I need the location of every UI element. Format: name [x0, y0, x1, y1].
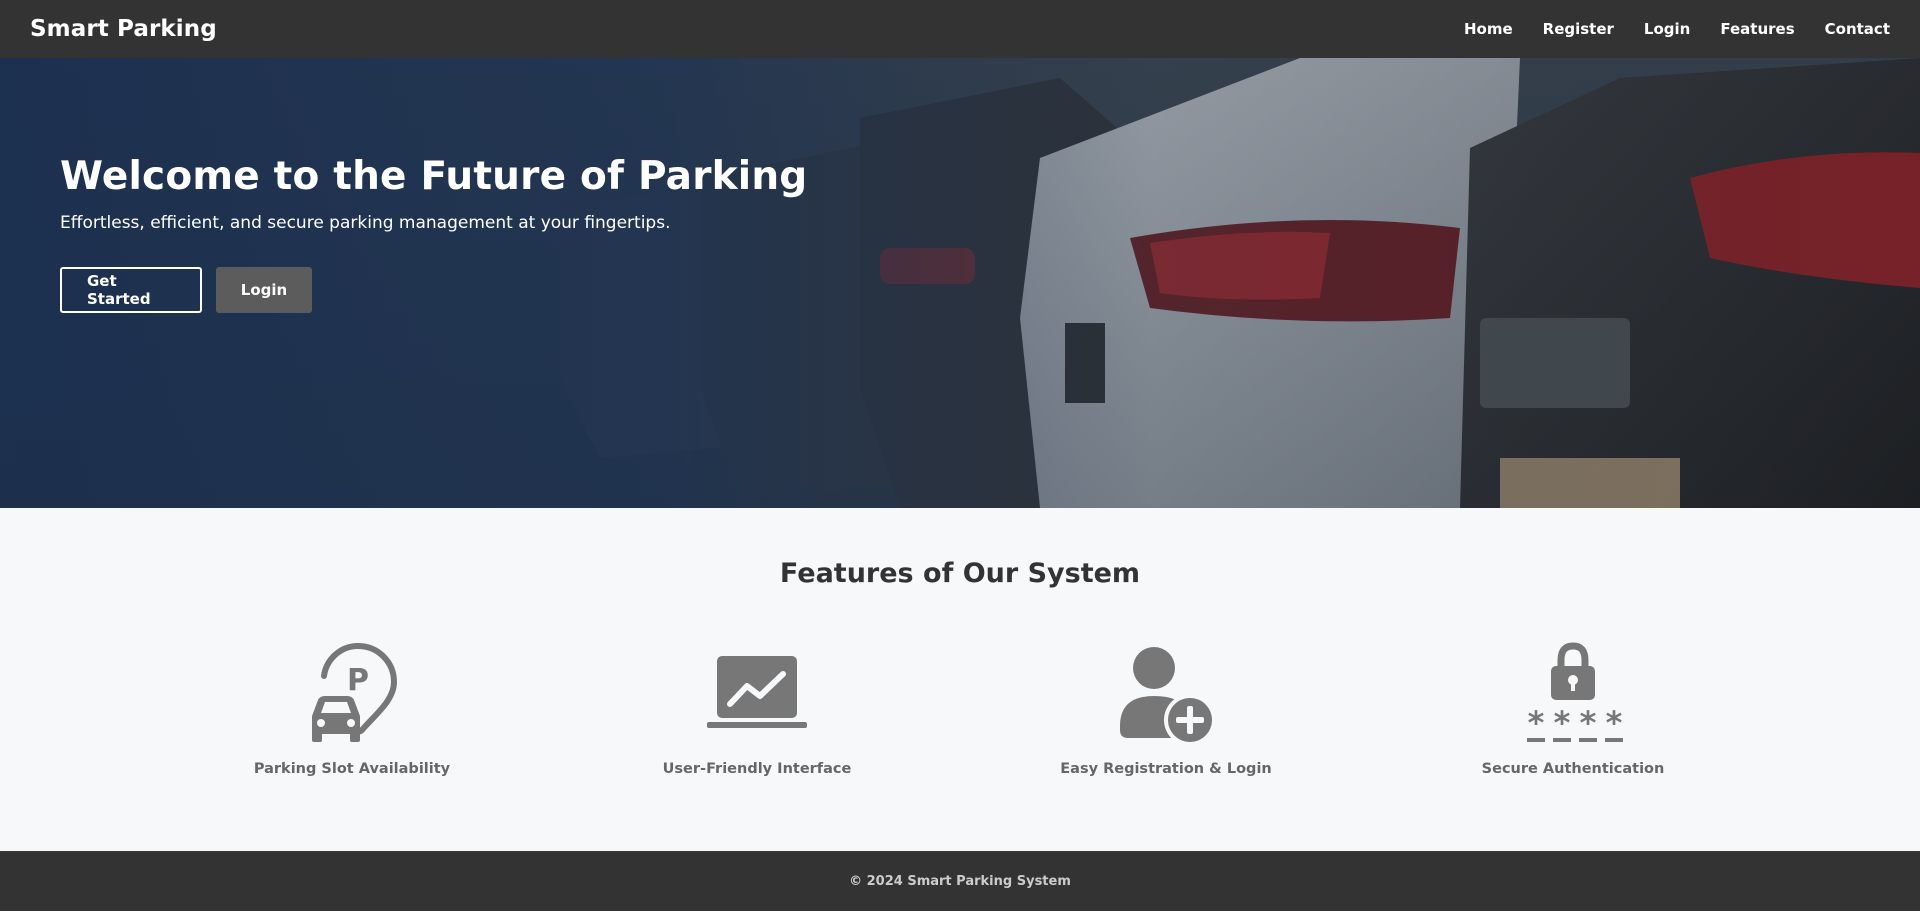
feature-label: Secure Authentication [1481, 761, 1665, 777]
laptop-chart-icon [707, 656, 807, 728]
nav-home-link[interactable]: Home [1464, 20, 1513, 38]
features-title: Features of Our System [779, 558, 1141, 589]
nav-login-link[interactable]: Login [1644, 20, 1690, 38]
hero-section: Welcome to the Future of Parking Effortl… [0, 58, 1920, 508]
feature-user-friendly: User-Friendly Interface [627, 642, 887, 777]
parking-car-icon: P [312, 643, 398, 742]
features-section: Features of Our System P Parking Slot Av… [0, 508, 1920, 851]
svg-text:*: * [1554, 704, 1571, 742]
user-add-icon [1120, 647, 1216, 746]
feature-secure-auth: * * * * Secure Authentication [1443, 642, 1703, 777]
hero-title: Welcome to the Future of Parking [60, 154, 808, 199]
svg-text:*: * [1528, 704, 1545, 742]
brand-logo[interactable]: Smart Parking [30, 16, 217, 42]
footer-copyright: © 2024 Smart Parking System [849, 873, 1071, 889]
get-started-button[interactable]: Get Started [60, 267, 202, 313]
hero-buttons: Get Started Login [60, 267, 807, 313]
nav-register-link[interactable]: Register [1543, 20, 1614, 38]
svg-text:P: P [347, 663, 369, 698]
feature-label: Easy Registration & Login [1060, 761, 1272, 777]
nav-contact-link[interactable]: Contact [1825, 20, 1890, 38]
nav-features-link[interactable]: Features [1720, 20, 1794, 38]
footer: © 2024 Smart Parking System [0, 851, 1920, 911]
top-navbar: Smart Parking Home Register Login Featur… [0, 0, 1920, 58]
feature-label: User-Friendly Interface [662, 761, 852, 777]
svg-text:*: * [1580, 704, 1597, 742]
svg-text:*: * [1606, 704, 1623, 742]
hero-login-button[interactable]: Login [216, 267, 312, 313]
feature-label: Parking Slot Availability [253, 761, 451, 777]
hero-content: Welcome to the Future of Parking Effortl… [60, 154, 807, 313]
lock-password-icon: * * * * [1527, 642, 1623, 742]
feature-registration: Easy Registration & Login [1036, 642, 1296, 777]
feature-parking-slot: P Parking Slot Availability [222, 642, 482, 777]
nav-links: Home Register Login Features Contact [1464, 20, 1890, 38]
hero-subtitle: Effortless, efficient, and secure parkin… [60, 213, 671, 233]
